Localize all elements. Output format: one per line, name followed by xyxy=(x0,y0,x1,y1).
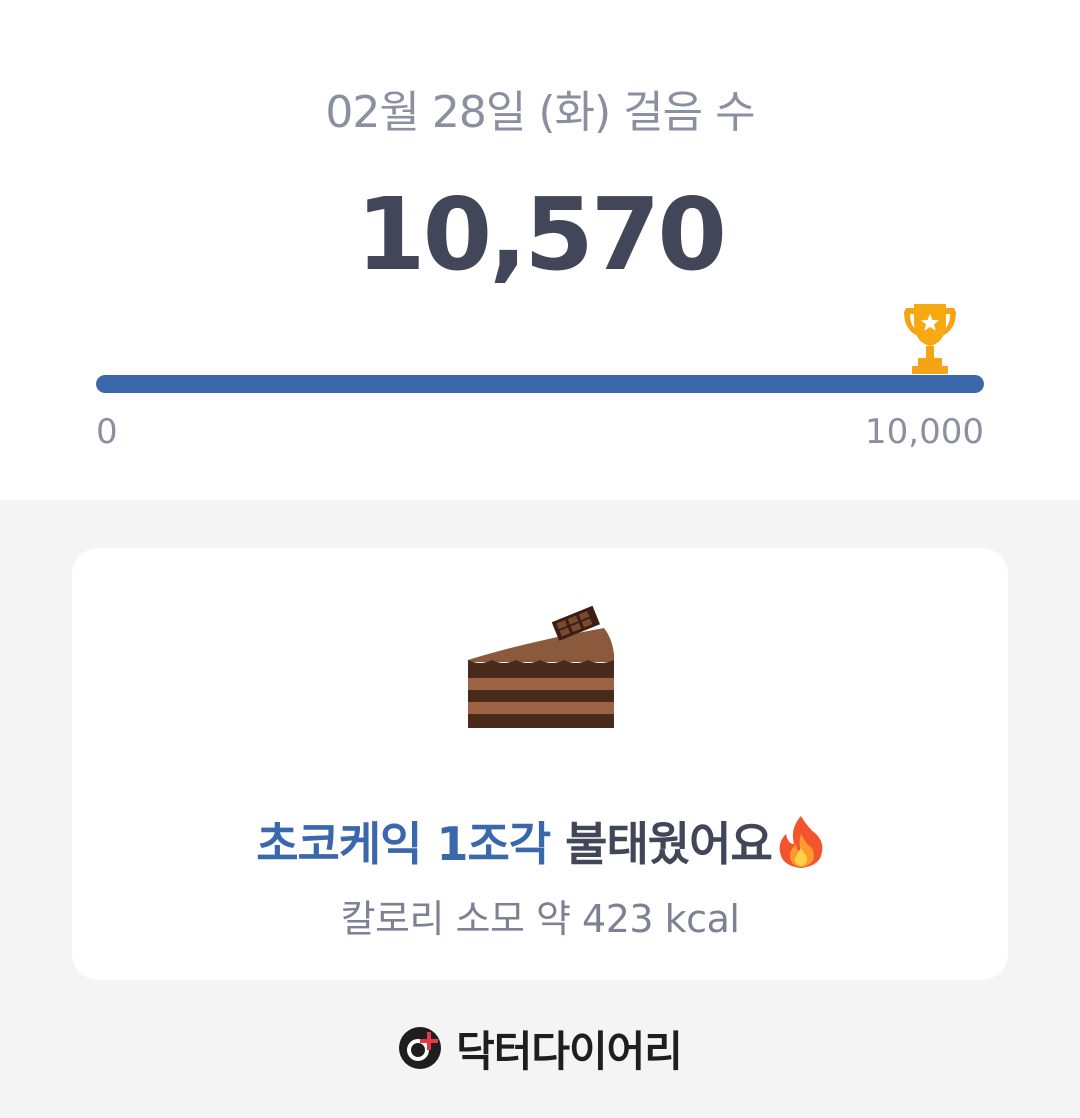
steps-date-title: 02월 28일 (화) 걸음 수 xyxy=(325,87,755,138)
burned-message-text: 불태웠어요 xyxy=(550,817,773,871)
calorie-burn-card: 초코케익 1조각 불태웠어요 칼로리 소모 약 423 kcal xyxy=(72,548,1008,980)
calorie-burn-message: 초코케익 1조각 불태웠어요 xyxy=(72,808,1008,874)
scale-max-label: 10,000 xyxy=(865,412,984,452)
chocolate-cake-icon xyxy=(468,605,614,728)
trophy-icon xyxy=(904,304,956,374)
goal-progress-bar xyxy=(96,375,984,393)
steps-summary-section: 02월 28일 (화) 걸음 수 10,570 0 10,000 xyxy=(0,0,1080,500)
goal-progress-fill xyxy=(96,375,984,393)
brand-footer: 닥터다이어리 xyxy=(0,1020,1080,1076)
burned-food-text: 초코케익 1조각 xyxy=(256,817,551,871)
fire-icon xyxy=(779,816,823,868)
calorie-burn-amount: 칼로리 소모 약 423 kcal xyxy=(340,897,740,941)
brand-name: 닥터다이어리 xyxy=(456,1026,683,1076)
step-count: 10,570 xyxy=(356,176,727,293)
scale-min-label: 0 xyxy=(96,412,118,452)
doctor-diary-logo-icon xyxy=(399,1027,442,1069)
